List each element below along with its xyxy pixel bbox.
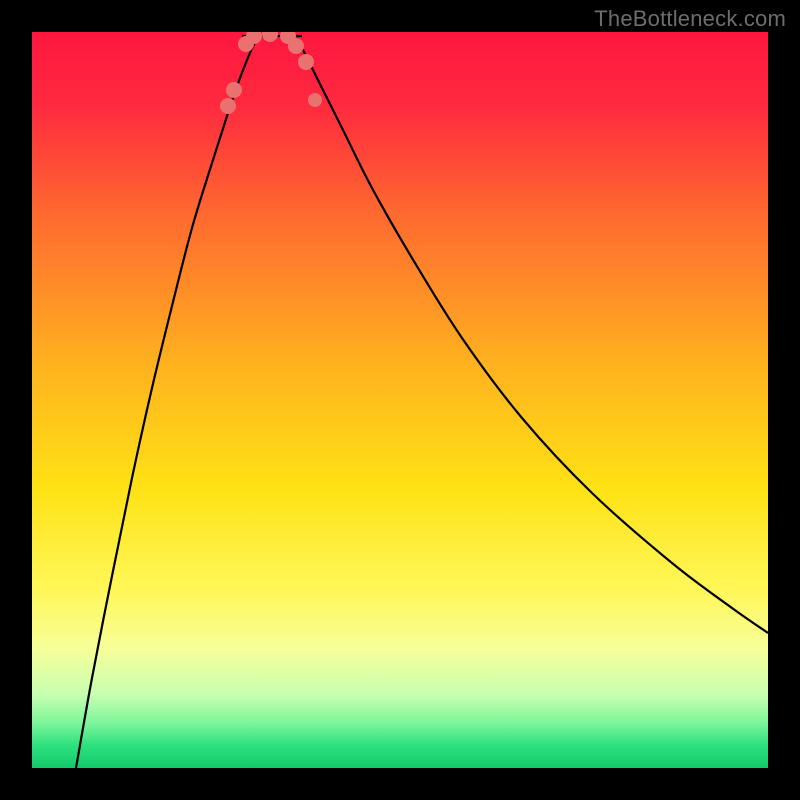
data-marker: [220, 98, 236, 114]
data-marker: [288, 38, 304, 54]
watermark-text: TheBottleneck.com: [594, 6, 786, 32]
curve-left-curve: [76, 38, 257, 768]
data-marker: [298, 54, 314, 70]
data-marker: [308, 93, 322, 107]
data-marker: [226, 82, 242, 98]
plot-area: [32, 32, 768, 768]
curve-right-curve: [297, 38, 768, 633]
curves-layer: [32, 32, 768, 768]
chart-frame: TheBottleneck.com: [0, 0, 800, 800]
data-marker: [262, 32, 278, 42]
